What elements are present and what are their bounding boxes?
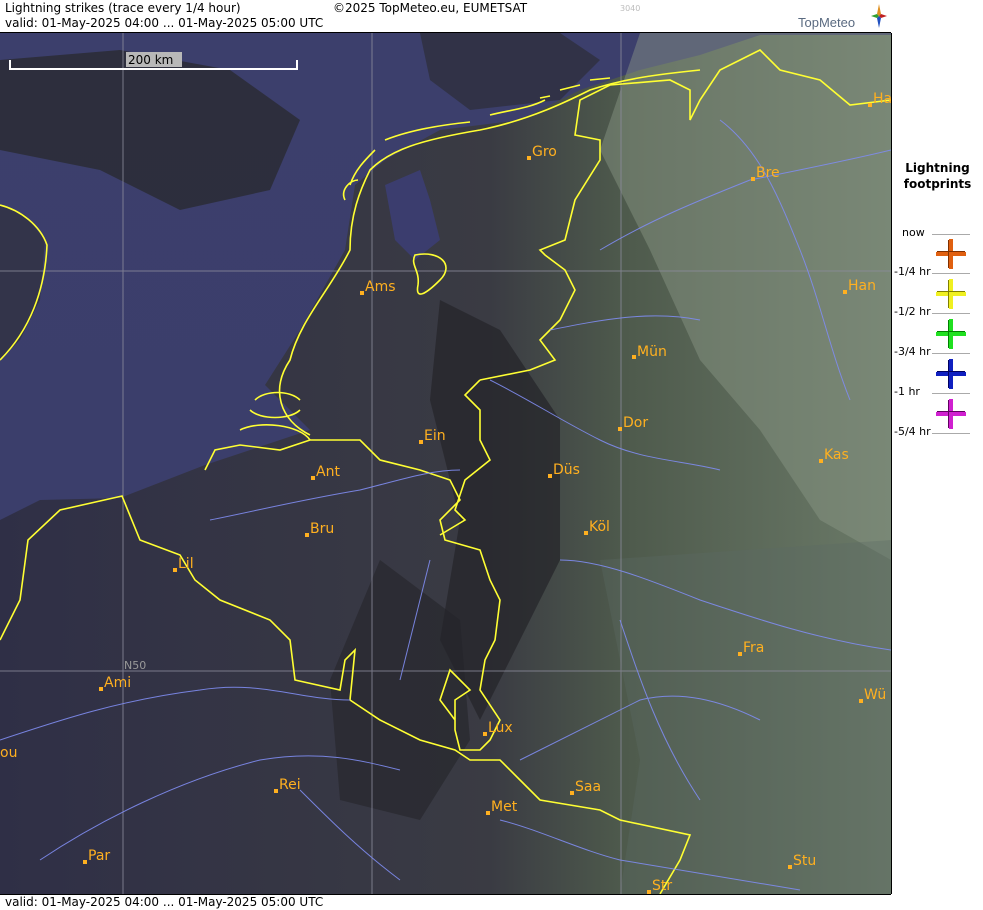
svg-text:Mün: Mün (637, 344, 667, 360)
svg-text:Bru: Bru (310, 521, 334, 537)
valid-time-bottom: valid: 01-May-2025 04:00 ... 01-May-2025… (5, 895, 324, 909)
city-marker[interactable]: Kas (819, 447, 849, 463)
cross-blue-icon (936, 359, 966, 389)
svg-text:Ein: Ein (424, 428, 446, 444)
grid-label-n50: N50 (124, 659, 146, 672)
svg-text:Gro: Gro (532, 144, 557, 160)
city-marker[interactable]: Ant (311, 464, 340, 480)
legend-title-line2: footprints (903, 177, 972, 191)
legend-label: now (902, 226, 925, 239)
svg-text:Köl: Köl (589, 519, 610, 535)
map-title: Lightning strikes (trace every 1/4 hour) (5, 1, 241, 15)
compass-star-icon (871, 4, 887, 28)
svg-text:Stu: Stu (793, 853, 816, 869)
svg-text:ou: ou (0, 745, 17, 761)
svg-text:Dor: Dor (623, 415, 648, 431)
city-marker[interactable]: Met (486, 799, 518, 815)
legend-label: -1 hr (894, 385, 920, 398)
legend-label: -3/4 hr (894, 345, 931, 358)
city-marker[interactable]: Ami (99, 675, 131, 691)
legend-divider (932, 234, 970, 235)
legend-title-line1: Lightning (905, 161, 970, 175)
scale-label: 200 km (128, 53, 173, 67)
svg-text:Ha: Ha (873, 91, 891, 107)
legend-divider (932, 393, 970, 394)
legend-label: -1/4 hr (894, 265, 931, 278)
svg-text:Saa: Saa (575, 779, 601, 795)
svg-text:Ams: Ams (365, 279, 396, 295)
city-marker[interactable]: Bru (305, 521, 334, 537)
copyright-notice: ©2025 TopMeteo.eu, EUMETSAT (333, 1, 528, 15)
city-marker[interactable]: Bre (751, 165, 780, 181)
topmeteo-logo[interactable]: TopMeteo (798, 3, 890, 31)
legend-label: -5/4 hr (894, 425, 931, 438)
city-marker[interactable]: Par (83, 848, 110, 864)
city-marker[interactable]: Wü (859, 687, 886, 703)
cloud-patch (600, 540, 891, 894)
svg-text:Düs: Düs (553, 462, 580, 478)
svg-text:Met: Met (491, 799, 518, 815)
svg-text:Rei: Rei (279, 777, 301, 793)
svg-text:Ant: Ant (316, 464, 340, 480)
svg-text:Bre: Bre (756, 165, 780, 181)
city-marker[interactable]: Düs (548, 462, 580, 478)
legend-panel: Lightning footprints now -1/4 hr -1/2 hr… (892, 0, 983, 909)
footer-bar: valid: 01-May-2025 04:00 ... 01-May-2025… (0, 894, 891, 910)
city-marker[interactable]: Dor (618, 415, 648, 431)
city-marker[interactable]: Han (843, 278, 876, 294)
city-marker[interactable]: ou (0, 745, 17, 761)
city-marker[interactable]: Mün (632, 344, 667, 360)
city-marker[interactable]: Gro (527, 144, 557, 160)
svg-text:Han: Han (848, 278, 876, 294)
city-marker[interactable]: Lux (483, 720, 513, 736)
city-marker[interactable]: Ams (360, 279, 396, 295)
svg-text:Kas: Kas (824, 447, 849, 463)
legend-label: -1/2 hr (894, 305, 931, 318)
logo-text: TopMeteo (798, 15, 856, 30)
cross-green-icon (936, 319, 966, 349)
header-bar: Lightning strikes (trace every 1/4 hour)… (0, 0, 891, 33)
svg-text:Str: Str (652, 878, 672, 894)
cross-orange-icon (936, 239, 966, 269)
svg-text:Lil: Lil (178, 556, 194, 572)
legend-divider (932, 273, 970, 274)
cross-magenta-icon (936, 399, 966, 429)
city-marker[interactable]: Saa (570, 779, 601, 795)
svg-text:Fra: Fra (743, 640, 764, 656)
svg-text:Ami: Ami (104, 675, 131, 691)
lightning-map[interactable]: N50 200 km Ha Gro Bre Ams Han Mün Dor Ei… (0, 33, 892, 894)
svg-text:Wü: Wü (864, 687, 886, 703)
svg-text:Par: Par (88, 848, 110, 864)
cross-yellow-icon (936, 279, 966, 309)
legend-divider (932, 313, 970, 314)
map-code: 3040 (620, 4, 641, 13)
svg-text:Lux: Lux (488, 720, 513, 736)
city-marker[interactable]: Stu (788, 853, 816, 869)
valid-time-top: valid: 01-May-2025 04:00 ... 01-May-2025… (5, 16, 324, 30)
legend-divider (932, 353, 970, 354)
legend-divider (932, 433, 970, 434)
legend-title: Lightning footprints (892, 160, 983, 192)
